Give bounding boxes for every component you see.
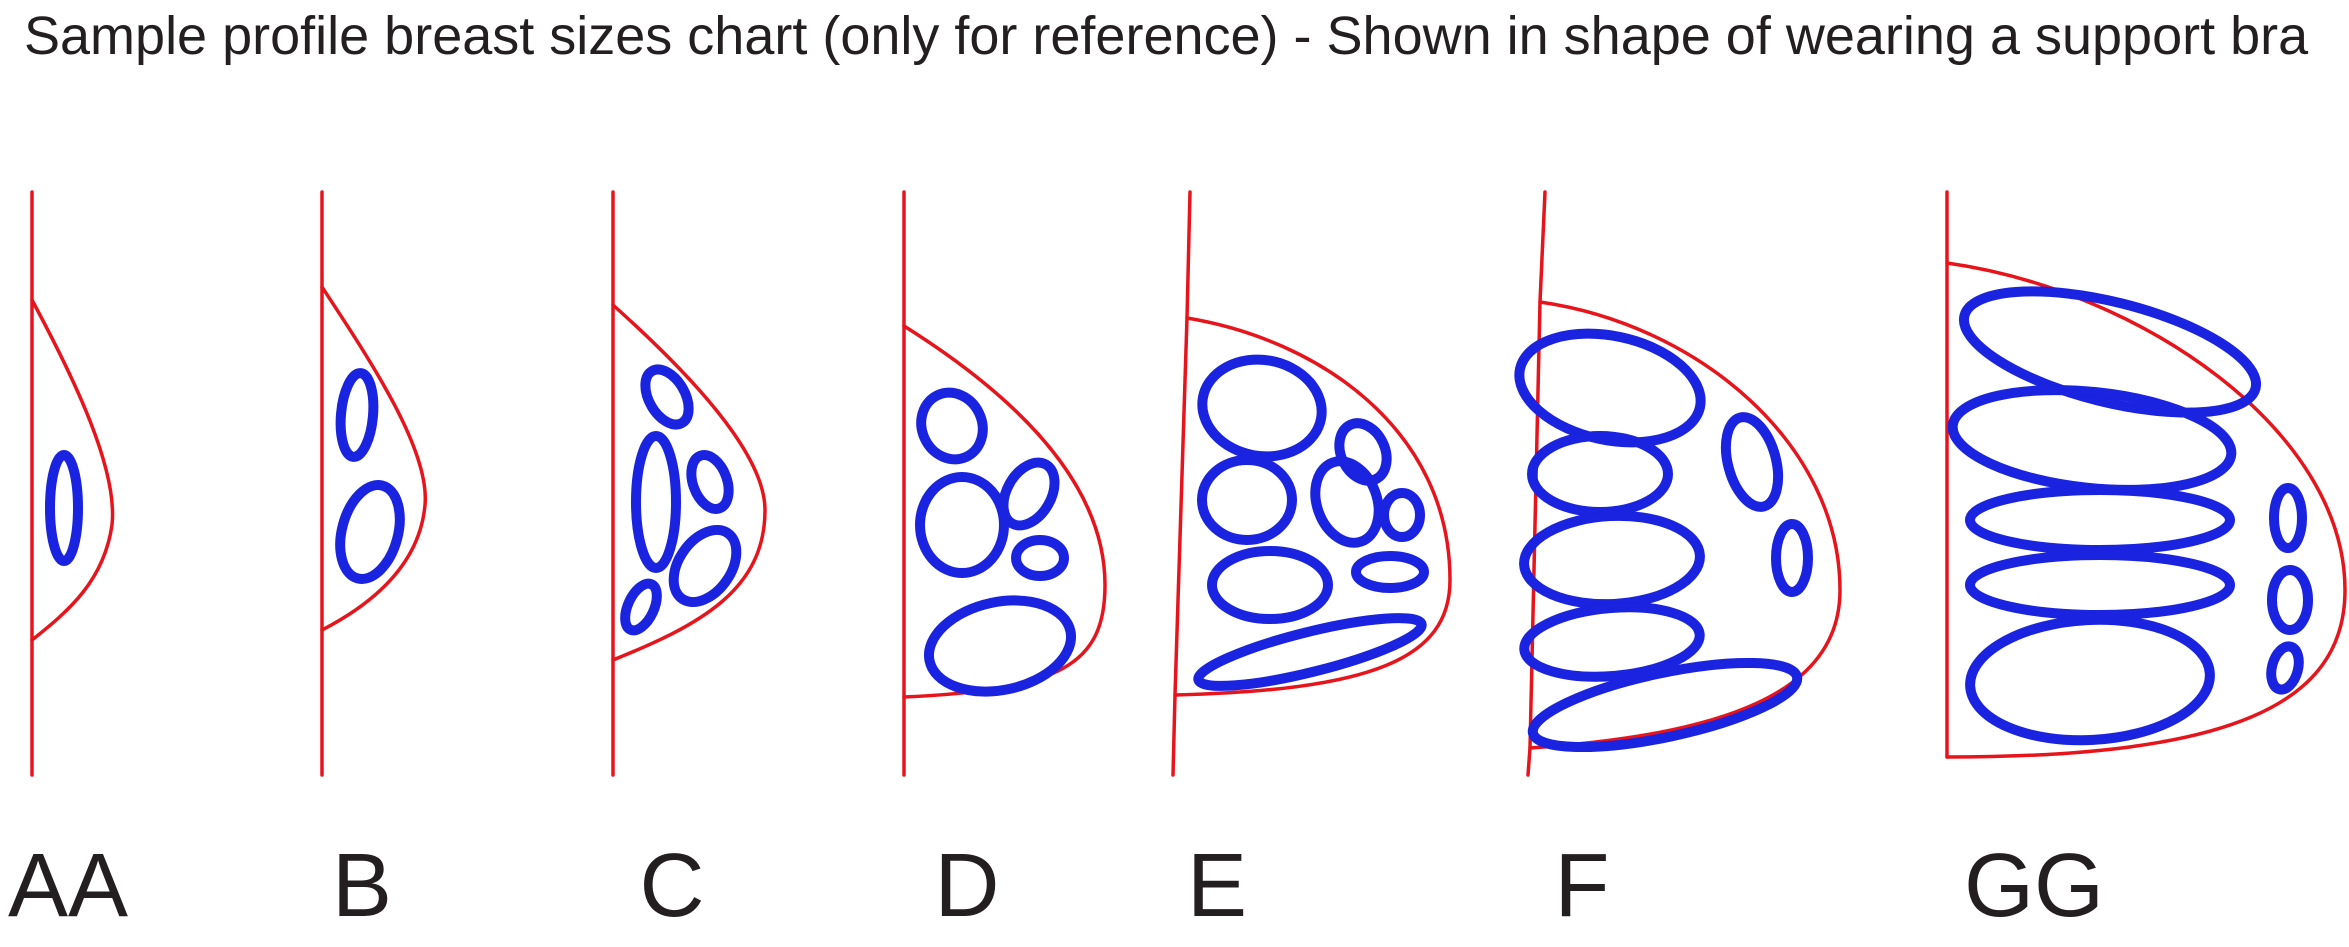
profile-f-tissue-2 (1527, 431, 1673, 517)
profile-e-tissue-1 (1197, 354, 1327, 462)
profile-gg-tissue-3 (1965, 485, 2235, 555)
profile-e-tissue-7 (1351, 551, 1429, 593)
size-label-f: F (1554, 836, 1610, 936)
profile-f (1514, 190, 1842, 777)
profile-e-tissue-6 (1379, 488, 1425, 542)
profile-aa (30, 190, 115, 777)
profile-gg-tissue-8 (2266, 641, 2304, 695)
profile-e-tissue-3 (1207, 546, 1333, 624)
profile-e-tissue-2 (1197, 455, 1297, 545)
profile-gg (1945, 190, 2347, 759)
profile-e-chest-line (1171, 190, 1192, 777)
profile-c (611, 190, 767, 777)
profile-d-tissue-1 (916, 387, 988, 465)
size-label-e: E (1186, 836, 1248, 936)
profile-gg-tissue-4 (1965, 550, 2235, 620)
profile-f-tissue-7 (1771, 519, 1813, 597)
profile-c-tissue-1 (640, 364, 694, 430)
breast-profile-diagram (30, 190, 2347, 777)
profile-d-tissue-4 (1011, 535, 1069, 581)
profile-c-tissue-5 (620, 578, 662, 636)
size-label-gg: GG (1963, 836, 2105, 936)
profile-d-tissue-5 (923, 595, 1077, 697)
profile-f-tissue-3 (1519, 510, 1705, 610)
profile-aa-tissue-1 (45, 450, 83, 566)
profile-gg-tissue-1 (1958, 286, 2262, 418)
profile-gg-tissue-2 (1947, 385, 2237, 495)
profile-gg-tissue-6 (2269, 483, 2307, 553)
profile-d (902, 190, 1107, 777)
profile-d-tissue-3 (998, 457, 1060, 531)
size-label-aa: AA (7, 836, 129, 936)
profile-e (1171, 190, 1452, 777)
size-label-d: D (934, 836, 1000, 936)
size-label-c: C (639, 836, 705, 936)
profile-c-tissue-2 (631, 431, 681, 573)
profile-b-tissue-1 (335, 368, 379, 462)
profile-e-tissue-5 (1310, 456, 1384, 548)
profile-gg-tissue-5 (1965, 614, 2215, 746)
profile-c-tissue-3 (686, 450, 734, 514)
size-label-b: B (331, 836, 393, 936)
profile-gg-tissue-7 (2267, 565, 2313, 635)
profile-b (320, 190, 427, 777)
profile-d-tissue-2 (915, 472, 1009, 578)
